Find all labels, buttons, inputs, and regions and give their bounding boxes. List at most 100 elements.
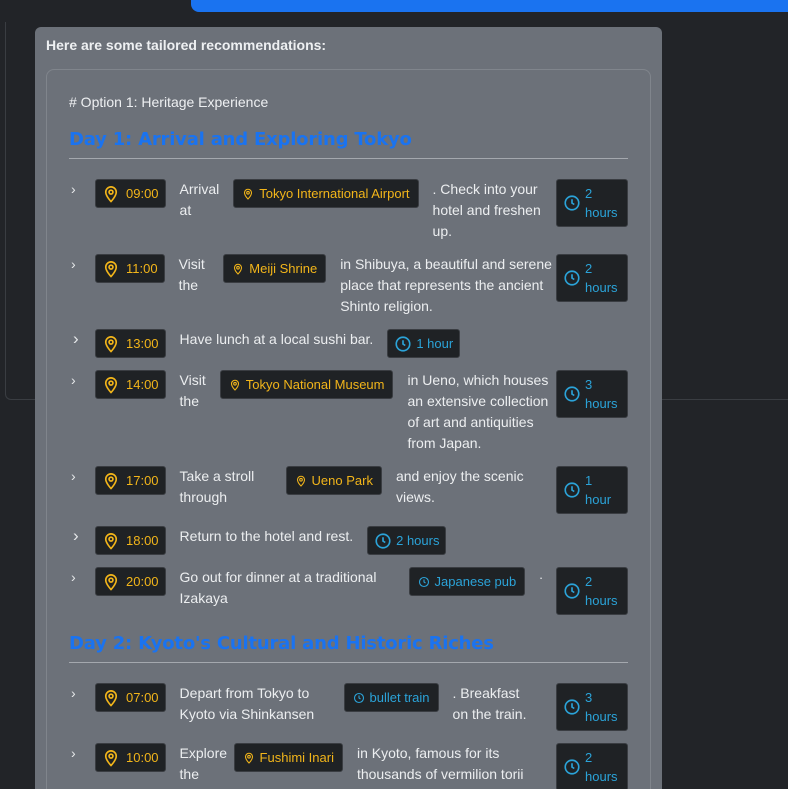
top-message-bar	[191, 0, 788, 12]
assistant-message: Here are some tailored recommendations: …	[35, 27, 662, 789]
duration-text: 2 hours	[585, 750, 618, 784]
location-badge[interactable]: Ueno Park	[285, 466, 382, 495]
map-pin-icon	[102, 532, 120, 550]
clock-icon	[563, 582, 581, 600]
activity-item: › 13:00 Have lunch at a local sushi bar. 1 …	[69, 329, 628, 358]
activity-text: Have lunch at a local sushi bar.	[179, 331, 374, 347]
location-text: bullet train	[369, 690, 430, 705]
day-2-activities: › 07:00 Depart from Tokyo to Kyoto via Shi…	[69, 683, 628, 789]
time-badge: 20:00	[95, 567, 166, 596]
location-badge[interactable]: Tokyo National Museum	[219, 370, 394, 399]
map-pin-icon	[232, 263, 244, 275]
chevron-right-icon[interactable]: ›	[69, 329, 95, 349]
time-text: 10:00	[126, 750, 159, 765]
clock-icon	[563, 385, 581, 403]
activity-text: Visit the	[179, 372, 206, 409]
time-badge: 10:00	[95, 743, 166, 772]
duration-text: 2 hours	[396, 533, 440, 548]
activity-item: › 14:00 Visit the Tokyo National Museum in U…	[69, 370, 628, 454]
clock-icon	[353, 692, 365, 704]
time-text: 13:00	[126, 336, 159, 351]
map-pin-icon	[102, 472, 120, 490]
clock-icon	[394, 335, 412, 353]
duration-badge: 3 hours	[556, 683, 628, 731]
activity-text: Arrival at	[179, 181, 220, 218]
activity-item: › 09:00 Arrival at Tokyo International Airp…	[69, 179, 628, 242]
time-badge: 09:00	[95, 179, 166, 208]
duration-text: 1 hour	[585, 473, 612, 507]
activity-text: Explore the	[179, 745, 228, 782]
chevron-right-icon[interactable]: ›	[69, 466, 95, 486]
chevron-right-icon[interactable]: ›	[69, 567, 95, 587]
map-pin-icon	[243, 752, 255, 764]
time-text: 07:00	[126, 690, 159, 705]
clock-icon	[418, 576, 430, 588]
chevron-right-icon[interactable]: ›	[69, 254, 95, 274]
itinerary-card: # Option 1: Heritage Experience Day 1: A…	[46, 69, 651, 789]
activity-item: › 20:00 Go out for dinner at a traditional…	[69, 567, 628, 615]
activity-text: Visit the	[178, 256, 205, 293]
activity-text: .	[539, 567, 543, 582]
chevron-right-icon[interactable]: ›	[69, 370, 95, 390]
location-badge[interactable]: Meiji Shrine	[223, 254, 327, 283]
activity-text: in Shibuya, a beautiful and serene place…	[340, 256, 552, 314]
duration-text: 1 hour	[416, 336, 454, 351]
duration-badge: 3 hours	[556, 370, 628, 418]
location-badge[interactable]: Japanese pub	[408, 567, 526, 596]
activity-item: › 18:00 Return to the hotel and rest. 2 hou…	[69, 526, 628, 555]
map-pin-icon	[295, 475, 307, 487]
clock-icon	[563, 758, 581, 776]
duration-badge: 1 hour	[556, 466, 628, 514]
time-text: 14:00	[126, 377, 159, 392]
option-title: # Option 1: Heritage Experience	[69, 94, 269, 110]
location-badge[interactable]: Tokyo International Airport	[233, 179, 419, 208]
activity-text: and enjoy the scenic views.	[395, 468, 524, 505]
day-title: Day 2: Kyoto's Cultural and Historic Ric…	[69, 633, 628, 663]
activity-item: › 10:00 Explore the Fushimi Inari in Kyoto, …	[69, 743, 628, 789]
location-text: Meiji Shrine	[249, 261, 318, 276]
location-text: Tokyo International Airport	[259, 186, 410, 201]
location-badge[interactable]: bullet train	[343, 683, 439, 712]
duration-text: 2 hours	[585, 261, 618, 295]
duration-text: 3 hours	[585, 690, 618, 724]
day-1-activities: › 09:00 Arrival at Tokyo International Airp…	[69, 179, 628, 615]
time-badge: 17:00	[95, 466, 166, 495]
map-pin-icon	[102, 749, 120, 767]
duration-badge: 2 hours	[556, 567, 628, 615]
location-badge[interactable]: Fushimi Inari	[233, 743, 343, 772]
map-pin-icon	[242, 188, 254, 200]
activity-text: . Check into your hotel and freshen up.	[432, 181, 541, 239]
activity-item: › 07:00 Depart from Tokyo to Kyoto via Shi…	[69, 683, 628, 731]
clock-icon	[563, 481, 581, 499]
chevron-right-icon[interactable]: ›	[69, 743, 95, 763]
time-badge: 07:00	[95, 683, 166, 712]
time-badge: 18:00	[95, 526, 166, 555]
activity-text: Return to the hotel and rest.	[179, 528, 354, 544]
map-pin-icon	[102, 689, 120, 707]
day-title: Day 1: Arrival and Exploring Tokyo	[69, 129, 628, 159]
map-pin-icon	[102, 335, 120, 353]
location-text: Fushimi Inari	[259, 750, 334, 765]
chevron-right-icon[interactable]: ›	[69, 179, 95, 199]
clock-icon	[563, 269, 581, 287]
chevron-right-icon[interactable]: ›	[69, 526, 95, 546]
time-text: 11:00	[126, 261, 158, 276]
activity-text: . Breakfast on the train.	[452, 685, 527, 722]
map-pin-icon	[102, 573, 120, 591]
time-badge: 13:00	[95, 329, 166, 358]
time-text: 17:00	[126, 473, 159, 488]
activity-item: › 11:00 Visit the Meiji Shrine in Shibuya, a…	[69, 254, 628, 317]
chevron-right-icon[interactable]: ›	[69, 683, 95, 703]
location-text: Tokyo National Museum	[245, 377, 385, 392]
duration-text: 3 hours	[585, 377, 618, 411]
duration-text: 2 hours	[585, 574, 618, 608]
activity-text: Go out for dinner at a traditional Izaka…	[179, 569, 377, 606]
map-pin-icon	[102, 260, 120, 278]
duration-badge: 2 hours	[556, 254, 628, 302]
activity-text: Depart from Tokyo to Kyoto via Shinkanse…	[179, 685, 315, 722]
clock-icon	[563, 698, 581, 716]
time-text: 20:00	[126, 574, 159, 589]
duration-badge: 2 hours	[556, 743, 628, 789]
activity-text: Take a stroll through	[179, 468, 255, 505]
activity-text: in Kyoto, famous for its thousands of ve…	[356, 745, 524, 782]
